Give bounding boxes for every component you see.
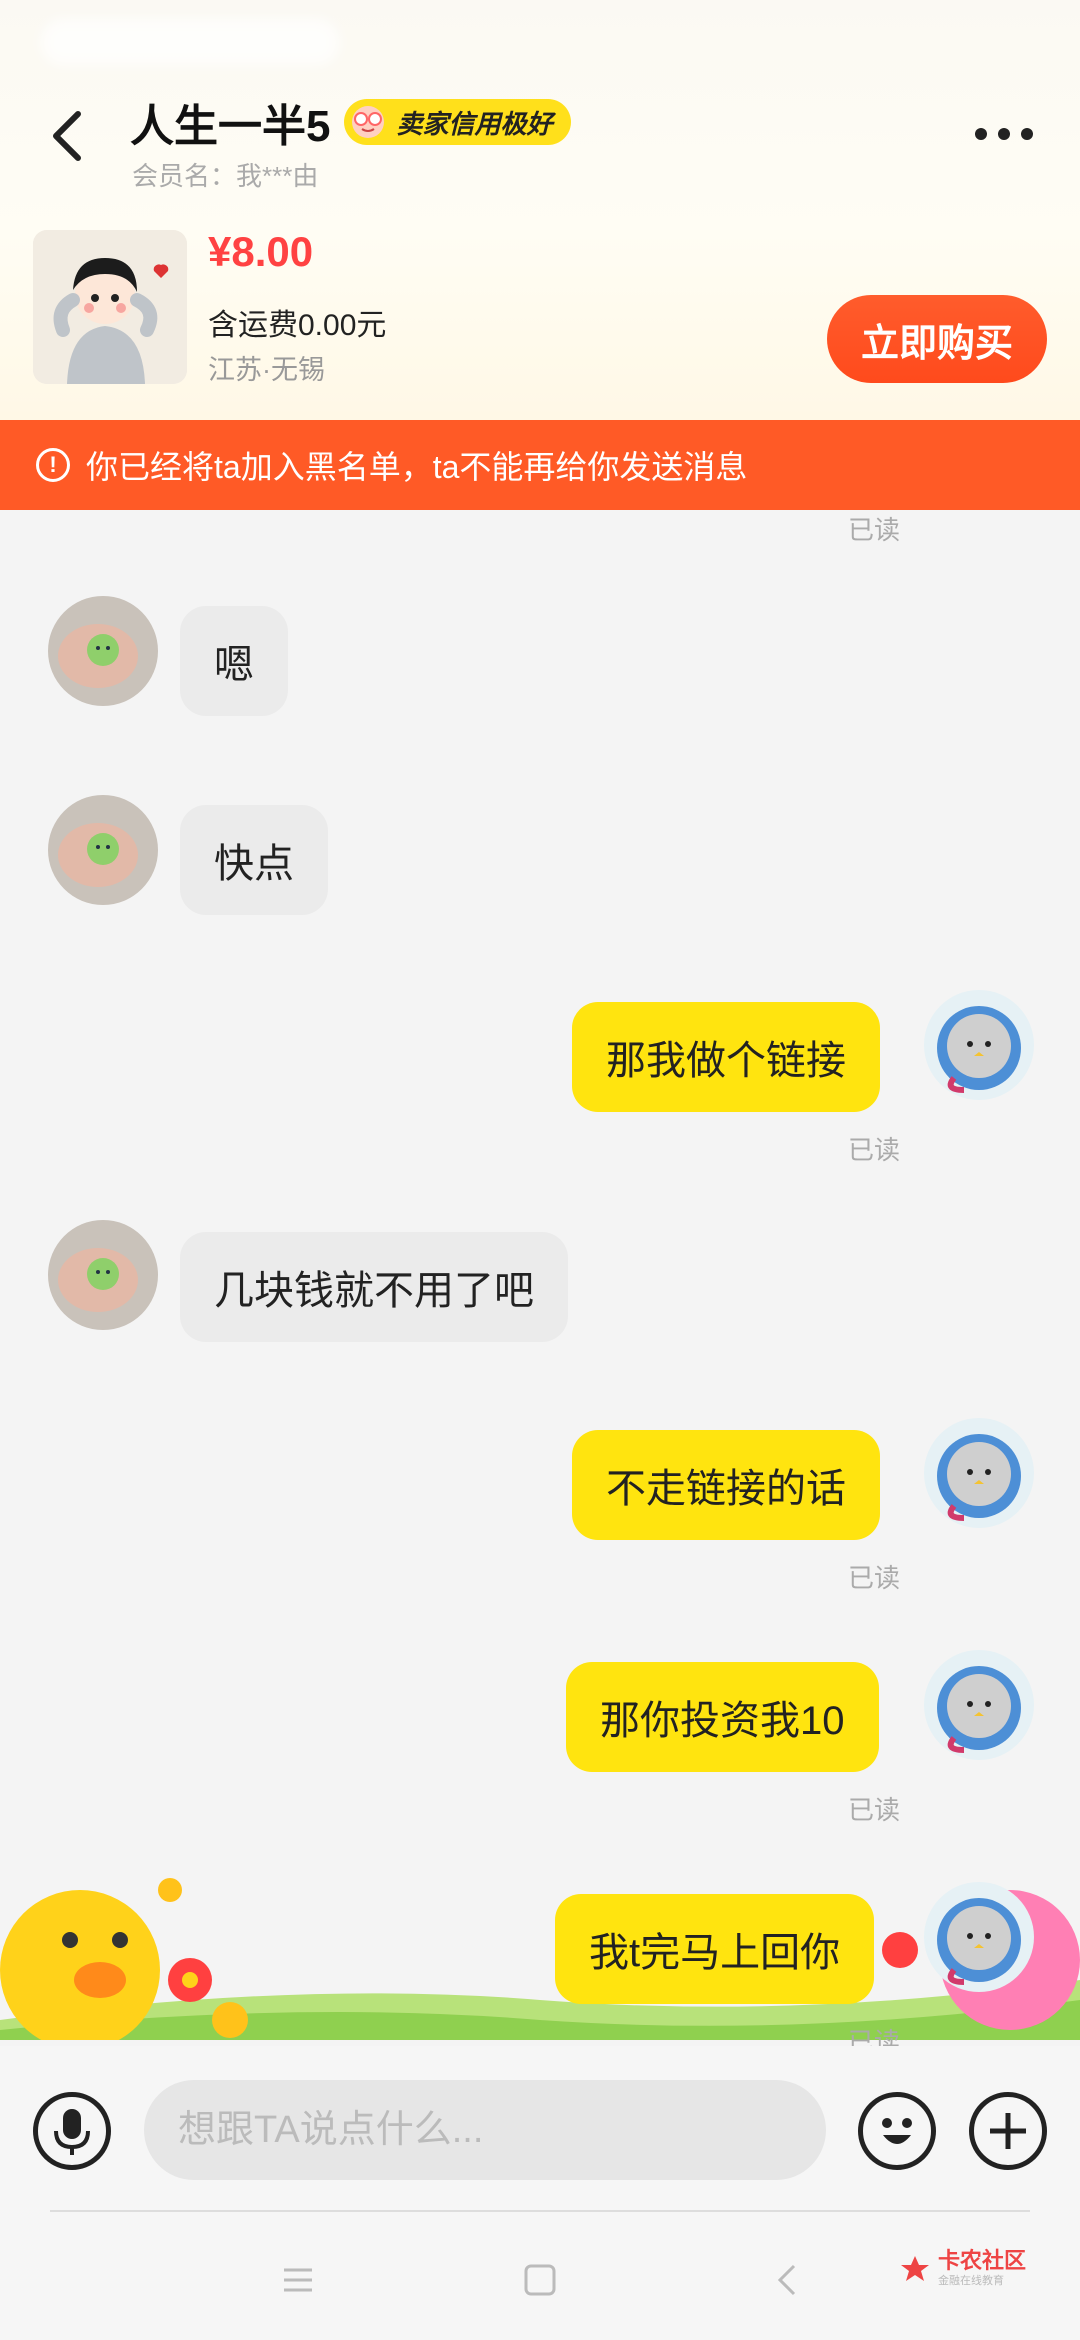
emoji-button[interactable] [858,2092,936,2170]
contact-avatar[interactable] [48,795,158,905]
message-bubble-incoming[interactable]: 几块钱就不用了吧 [180,1232,568,1342]
divider [50,2210,1030,2212]
read-status: 已读 [848,515,901,545]
product-price: ¥8.00 [208,228,314,275]
nav-back-icon[interactable] [768,2260,808,2300]
read-status: 已读 [848,1563,901,1593]
message-bubble-incoming[interactable]: 快点 [180,805,328,915]
smiley-icon [882,2118,912,2144]
contact-avatar[interactable] [48,1220,158,1330]
message-bubble-incoming[interactable]: 嗯 [180,606,288,716]
read-status: 已读 [848,1795,901,1825]
message-bubble-outgoing[interactable]: 那你投资我10 [566,1662,879,1772]
kanong-logo-icon [901,2256,929,2281]
blacklist-warning-bar: ! 你已经将ta加入黑名单，ta不能再给你发送消息 [0,420,1080,510]
chat-area[interactable]: 已读 嗯 快点 那我做个链接 已读 几块钱就不用了吧 不走链接的话 已读 那你投… [0,510,1080,2046]
message-bubble-outgoing[interactable]: 那我做个链接 [572,1002,880,1112]
product-image[interactable] [33,230,187,384]
credit-face-icon [352,106,385,138]
chat-header: 人生一半5 卖家信用极好 会员名：我***由 ¥8.00 含运费0.00元 江苏… [0,0,1080,420]
product-location: 江苏·无锡 [208,355,325,385]
contact-avatar[interactable] [48,596,158,706]
read-status: 已读 [848,2027,901,2046]
menu-icon[interactable] [278,2260,318,2300]
plus-icon [990,2113,1026,2149]
message-bubble-outgoing[interactable]: 我t完马上回你 [555,1894,875,2004]
watermark-subtitle: 金融在线教育 [938,2275,1004,2287]
home-icon[interactable] [520,2260,560,2300]
festive-decoration [0,1870,1080,2040]
more-options-icon[interactable] [975,128,1033,140]
voice-input-button[interactable] [33,2092,111,2170]
read-status: 已读 [848,1135,901,1165]
warning-icon: ! [36,448,70,482]
warning-text: 你已经将ta加入黑名单，ta不能再给你发送消息 [86,449,748,485]
my-avatar[interactable] [924,990,1034,1100]
product-illustration [33,230,187,384]
more-actions-button[interactable] [969,2092,1047,2170]
badge-label: 卖家信用极好 [396,108,553,139]
watermark-title: 卡农社区 [938,2248,1027,2273]
my-avatar[interactable] [924,1882,1034,1992]
status-bar [40,18,340,66]
my-avatar[interactable] [924,1418,1034,1528]
watermark-logo: 卡农社区 金融在线教育 [898,2250,1026,2288]
seller-credit-badge: 卖家信用极好 [344,99,571,145]
message-input[interactable] [144,2080,826,2180]
chat-title: 人生一半5 [130,102,331,151]
back-arrow-icon[interactable] [40,100,96,172]
microphone-icon [54,2109,90,2155]
member-name: 会员名：我***由 [132,161,319,191]
message-bubble-outgoing[interactable]: 不走链接的话 [572,1430,880,1540]
buy-now-button[interactable]: 立即购买 [827,295,1047,383]
my-avatar[interactable] [924,1650,1034,1760]
shipping-info: 含运费0.00元 [208,309,387,342]
